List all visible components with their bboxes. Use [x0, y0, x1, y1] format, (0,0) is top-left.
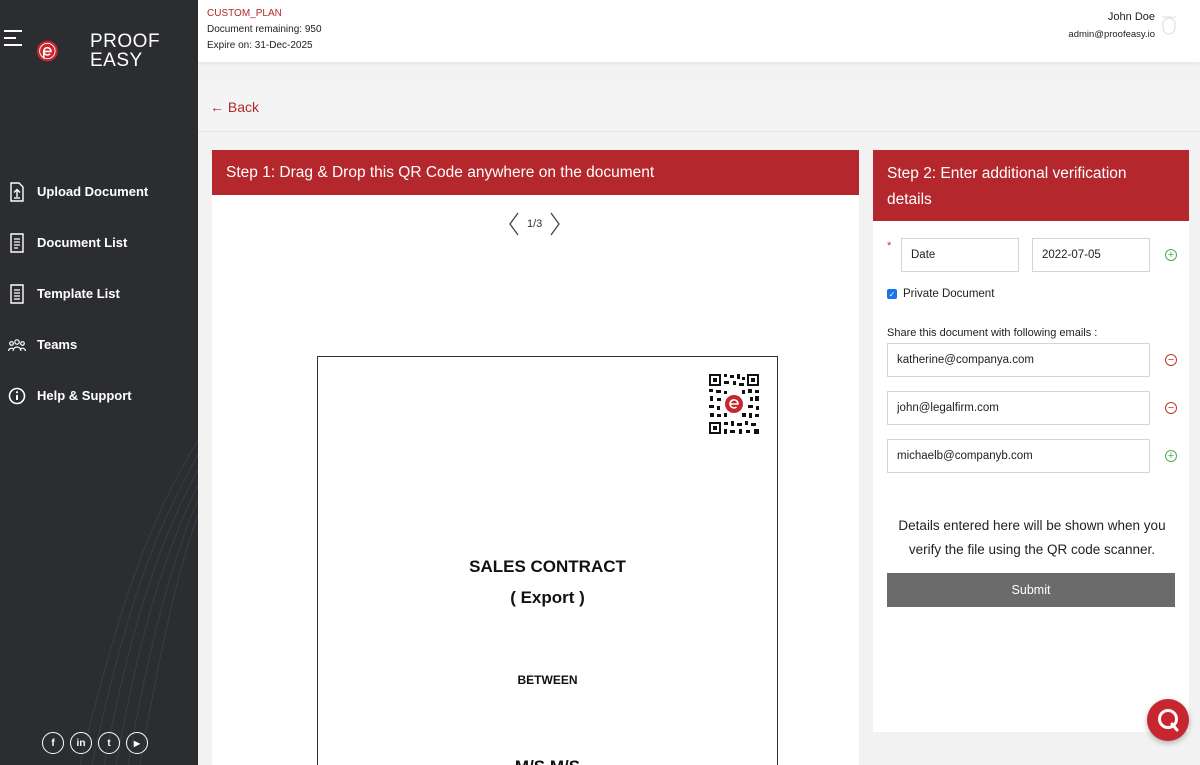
- logo-text-line2: EASY: [90, 50, 143, 71]
- sidebar-item-template-list[interactable]: Template List: [0, 268, 198, 319]
- document-preview[interactable]: SALES CONTRACT ( Export ) BETWEEN M/S M/…: [317, 356, 778, 765]
- step1-title: Step 1: Drag & Drop this QR Code anywher…: [212, 150, 859, 195]
- template-icon: [8, 283, 26, 305]
- document-title: SALES CONTRACT: [469, 557, 626, 576]
- proofeasy-logo-icon[interactable]: [36, 22, 86, 80]
- email-input-3[interactable]: [887, 439, 1150, 473]
- submit-button[interactable]: Submit: [887, 573, 1175, 607]
- avatar-icon[interactable]: [1160, 12, 1178, 38]
- add-email-icon[interactable]: +: [1165, 450, 1177, 462]
- sidebar-item-label: Help & Support: [37, 388, 132, 403]
- chat-support-button[interactable]: [1147, 699, 1189, 741]
- sidebar: PROOF EASY Upload Document Document List…: [0, 0, 198, 765]
- sidebar-item-upload-document[interactable]: Upload Document: [0, 166, 198, 217]
- document-party: M/S M/S: [318, 757, 777, 765]
- back-link[interactable]: ← Back: [210, 99, 259, 115]
- add-field-icon[interactable]: +: [1165, 249, 1177, 261]
- hamburger-line: [4, 37, 16, 39]
- sidebar-item-label: Upload Document: [37, 184, 149, 199]
- email-input-2[interactable]: [887, 391, 1150, 425]
- hamburger-line: [4, 44, 22, 46]
- share-emails-label: Share this document with following email…: [887, 327, 1098, 339]
- step2-panel: Step 2: Enter additional verification de…: [873, 150, 1189, 732]
- sidebar-item-document-list[interactable]: Document List: [0, 217, 198, 268]
- step2-title: Step 2: Enter additional verification de…: [873, 150, 1189, 221]
- sidebar-item-label: Teams: [37, 337, 78, 352]
- info-icon: [8, 385, 26, 407]
- teams-icon: [8, 334, 26, 356]
- document-between: BETWEEN: [517, 673, 578, 687]
- upload-file-icon: [8, 181, 26, 203]
- youtube-icon[interactable]: ▶: [126, 732, 148, 754]
- sidebar-item-label: Template List: [37, 286, 120, 301]
- linkedin-icon[interactable]: in: [70, 732, 92, 754]
- menu-toggle-button[interactable]: [4, 30, 22, 46]
- user-info[interactable]: John Doe admin@proofeasy.io: [1068, 11, 1155, 40]
- social-links: f in t ▶: [42, 732, 148, 754]
- private-document-label: Private Document: [903, 288, 995, 300]
- remove-email-icon[interactable]: −: [1165, 354, 1177, 366]
- required-marker: *: [887, 240, 892, 252]
- qr-code-draggable[interactable]: [708, 373, 760, 435]
- step1-panel: Step 1: Drag & Drop this QR Code anywher…: [212, 150, 859, 765]
- chevron-right-icon[interactable]: [549, 212, 561, 236]
- document-icon: [8, 232, 26, 254]
- twitter-icon[interactable]: t: [98, 732, 120, 754]
- sidebar-item-help-support[interactable]: Help & Support: [0, 370, 198, 421]
- page-indicator: 1/3: [527, 218, 543, 230]
- sidebar-item-label: Document List: [37, 235, 128, 250]
- sidebar-item-teams[interactable]: Teams: [0, 319, 198, 370]
- hamburger-line: [4, 30, 22, 32]
- private-document-checkbox[interactable]: ✓ Private Document: [887, 288, 994, 300]
- field-name-input[interactable]: [901, 238, 1019, 272]
- back-bar: ← Back: [198, 80, 1200, 132]
- chevron-left-icon[interactable]: [508, 212, 520, 236]
- documents-remaining: Document remaining: 950: [207, 24, 322, 35]
- logo-text: PROOF EASY: [90, 32, 160, 70]
- field-value-input[interactable]: [1032, 238, 1150, 272]
- remove-email-icon[interactable]: −: [1165, 402, 1177, 414]
- plan-name: CUSTOM_PLAN: [207, 8, 282, 19]
- logo-text-line1: PROOF: [90, 31, 161, 52]
- checkbox-checked-icon[interactable]: ✓: [887, 289, 897, 299]
- plan-expiry: Expire on: 31-Dec-2025: [207, 40, 313, 51]
- document-subtitle: ( Export ): [510, 588, 585, 607]
- page-pager: 1/3: [508, 212, 561, 236]
- verification-info-text: Details entered here will be shown when …: [898, 518, 1166, 557]
- top-header: CUSTOM_PLAN Document remaining: 950 Expi…: [198, 0, 1200, 62]
- chat-icon: [1158, 709, 1179, 732]
- user-email: admin@proofeasy.io: [1068, 29, 1155, 40]
- email-input-1[interactable]: [887, 343, 1150, 377]
- sidebar-nav: Upload Document Document List Template L…: [0, 166, 198, 421]
- user-name: John Doe: [1107, 11, 1155, 23]
- plan-info: CUSTOM_PLAN Document remaining: 950 Expi…: [207, 6, 322, 54]
- facebook-icon[interactable]: f: [42, 732, 64, 754]
